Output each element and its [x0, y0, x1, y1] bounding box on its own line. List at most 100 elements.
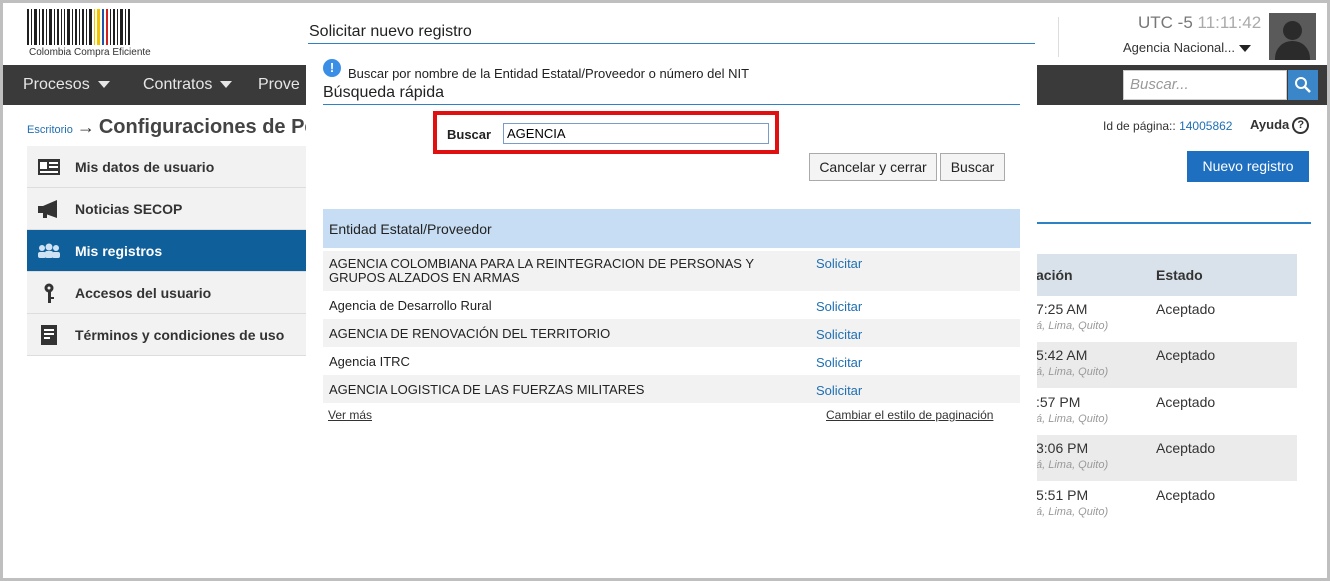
- search-input[interactable]: [503, 123, 769, 144]
- search-button[interactable]: Buscar: [940, 153, 1005, 181]
- result-row: AGENCIA LOGISTICA DE LAS FUERZAS MILITAR…: [323, 375, 1020, 403]
- page-id-value: 14005862: [1179, 119, 1233, 133]
- nav-label: Prove: [258, 76, 300, 93]
- row-status: Aceptado: [1156, 394, 1216, 410]
- row-time: 3:06 PM: [1036, 440, 1089, 456]
- row-time: 7:25 AM: [1036, 301, 1088, 317]
- sidebar-item-label: Noticias SECOP: [75, 201, 183, 217]
- results-header-label: Entidad Estatal/Proveedor: [329, 221, 492, 237]
- chevron-down-icon: [97, 81, 110, 89]
- section-divider: [323, 104, 1020, 105]
- sidebar-item-mis-registros[interactable]: Mis registros: [27, 230, 317, 272]
- cancel-close-button[interactable]: Cancelar y cerrar: [809, 153, 937, 181]
- row-timezone: á, Lima, Quito): [1036, 506, 1109, 518]
- row-status: Aceptado: [1156, 301, 1216, 317]
- barcode-icon: [27, 9, 130, 45]
- result-name: AGENCIA LOGISTICA DE LAS FUERZAS MILITAR…: [329, 382, 645, 397]
- sidebar-item-accesos[interactable]: Accesos del usuario: [27, 272, 317, 314]
- nav-contratos[interactable]: Contratos: [143, 76, 233, 94]
- table-row: 5:42 AM á, Lima, Quito) Aceptado: [1036, 342, 1297, 388]
- clock: UTC -5 11:11:42: [1138, 13, 1261, 33]
- nav-proveedores[interactable]: Prove: [258, 76, 300, 94]
- row-time: :57 PM: [1036, 394, 1081, 410]
- request-link[interactable]: Solicitar: [816, 355, 862, 370]
- results-header: Entidad Estatal/Proveedor: [323, 209, 1020, 248]
- header-divider: [1058, 17, 1059, 57]
- row-timezone: á, Lima, Quito): [1036, 413, 1109, 425]
- sidebar-item-label: Mis registros: [75, 243, 163, 259]
- help-link[interactable]: Ayuda?: [1250, 117, 1310, 135]
- breadcrumb-arrow: →: [76, 117, 95, 137]
- request-link[interactable]: Solicitar: [816, 256, 862, 271]
- page-id-label: Id de página::: [1103, 119, 1176, 133]
- result-row: AGENCIA COLOMBIANA PARA LA REINTEGRACION…: [323, 251, 1020, 291]
- result-name: Agencia de Desarrollo Rural: [329, 298, 492, 313]
- global-search-button[interactable]: [1288, 70, 1318, 100]
- row-time: 5:51 PM: [1036, 487, 1089, 503]
- sidebar-item-label: Mis datos de usuario: [75, 159, 215, 175]
- users-icon: [38, 243, 60, 258]
- breadcrumb-home[interactable]: Escritorio: [27, 124, 73, 136]
- sidebar: Mis datos de usuario Noticias SECOP Mis …: [27, 146, 317, 356]
- table-row: 7:25 AM á, Lima, Quito) Aceptado: [1036, 296, 1297, 342]
- table-row: :57 PM á, Lima, Quito) Aceptado: [1036, 389, 1297, 435]
- breadcrumb: Escritorio → Configuraciones de Pe: [27, 116, 316, 139]
- sidebar-item-terminos[interactable]: Términos y condiciones de uso: [27, 314, 317, 356]
- modal-dialog: Solicitar nuevo registro ! Buscar por no…: [306, 3, 1037, 578]
- sidebar-item-label: Términos y condiciones de uso: [75, 327, 285, 343]
- result-name: Agencia ITRC: [329, 354, 410, 369]
- request-link[interactable]: Solicitar: [816, 383, 862, 398]
- request-link[interactable]: Solicitar: [816, 327, 862, 342]
- result-row: Agencia ITRC Solicitar: [323, 347, 1020, 375]
- global-search-input[interactable]: Buscar...: [1123, 70, 1287, 100]
- row-status: Aceptado: [1156, 347, 1216, 363]
- agency-name: Agencia Nacional...: [1123, 40, 1236, 55]
- row-timezone: á, Lima, Quito): [1036, 459, 1109, 471]
- table-row: 3:06 PM á, Lima, Quito) Aceptado: [1036, 435, 1297, 481]
- sidebar-item-mis-datos[interactable]: Mis datos de usuario: [27, 146, 317, 188]
- result-row: AGENCIA DE RENOVACIÓN DEL TERRITORIO Sol…: [323, 319, 1020, 347]
- nav-label: Procesos: [23, 76, 90, 93]
- logo[interactable]: Colombia Compra Eficiente: [27, 9, 167, 59]
- search-label: Buscar: [447, 127, 492, 142]
- logo-text: Colombia Compra Eficiente: [29, 47, 151, 58]
- page-id: Id de página:: 14005862: [1103, 119, 1232, 133]
- see-more-link[interactable]: Ver más: [328, 408, 372, 422]
- chevron-down-icon: [1239, 45, 1252, 53]
- agency-selector[interactable]: Agencia Nacional...: [1123, 40, 1252, 55]
- question-icon: ?: [1292, 117, 1310, 135]
- nav-label: Contratos: [143, 76, 213, 93]
- column-status: Estado: [1156, 267, 1203, 283]
- info-text: Buscar por nombre de la Entidad Estatal/…: [348, 66, 750, 81]
- result-row: Agencia de Desarrollo Rural Solicitar: [323, 291, 1020, 319]
- help-label: Ayuda: [1250, 117, 1290, 132]
- row-time: 5:42 AM: [1036, 347, 1088, 363]
- request-link[interactable]: Solicitar: [816, 299, 862, 314]
- row-timezone: á, Lima, Quito): [1036, 366, 1109, 378]
- row-status: Aceptado: [1156, 440, 1216, 456]
- nav-procesos[interactable]: Procesos: [23, 76, 110, 94]
- avatar[interactable]: [1269, 13, 1316, 60]
- screen: Colombia Compra Eficiente UTC -5 11:11:4…: [0, 0, 1330, 581]
- chevron-down-icon: [220, 81, 233, 89]
- divider: [1036, 222, 1311, 224]
- modal-title: Solicitar nuevo registro: [309, 23, 472, 40]
- result-name: AGENCIA COLOMBIANA PARA LA REINTEGRACION…: [329, 256, 754, 285]
- sidebar-item-label: Accesos del usuario: [75, 285, 212, 301]
- row-status: Aceptado: [1156, 487, 1216, 503]
- new-record-button[interactable]: Nuevo registro: [1187, 151, 1309, 182]
- sidebar-item-noticias[interactable]: Noticias SECOP: [27, 188, 317, 230]
- id-card-icon: [38, 159, 60, 175]
- row-timezone: á, Lima, Quito): [1036, 320, 1109, 332]
- pagination-style-link[interactable]: Cambiar el estilo de paginación: [826, 408, 993, 422]
- search-icon: [1295, 77, 1311, 93]
- result-name: AGENCIA DE RENOVACIÓN DEL TERRITORIO: [329, 326, 611, 341]
- page-title: Configuraciones de Pe: [98, 116, 316, 138]
- key-icon: [44, 283, 54, 303]
- table-row: 5:51 PM á, Lima, Quito) Aceptado: [1036, 482, 1297, 528]
- column-date: ación: [1036, 267, 1073, 283]
- info-icon: !: [323, 59, 341, 77]
- clock-time: 11:11:42: [1197, 13, 1262, 32]
- modal-title-divider: [308, 43, 1035, 44]
- megaphone-icon: [38, 200, 57, 218]
